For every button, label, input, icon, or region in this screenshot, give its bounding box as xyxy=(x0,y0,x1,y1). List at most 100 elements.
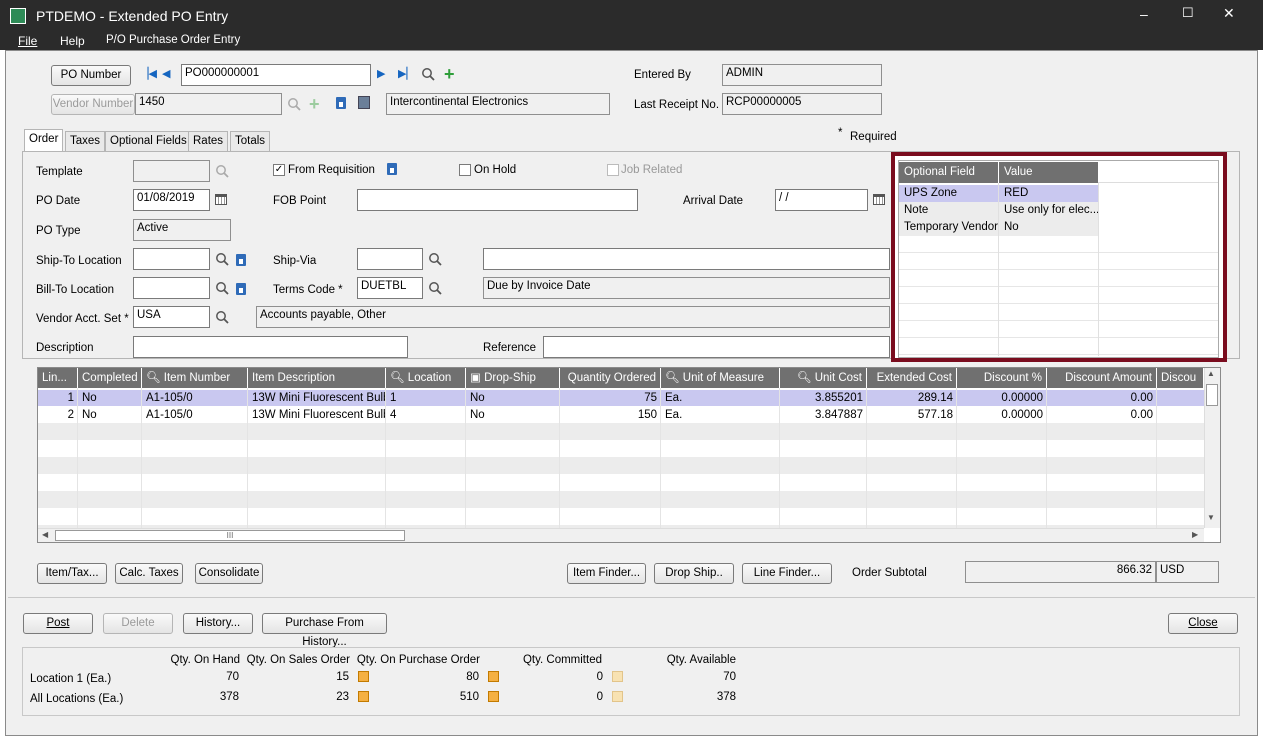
bill-to-input[interactable] xyxy=(133,277,210,299)
arrival-date-input[interactable]: / / xyxy=(775,189,868,211)
line-item-description[interactable]: 13W Mini Fluorescent Bulb xyxy=(248,390,386,406)
po-number-input[interactable]: PO000000001 xyxy=(181,64,371,86)
purchase-order-drill-icon[interactable] xyxy=(488,691,499,702)
consolidate-button[interactable]: Consolidate xyxy=(195,563,263,584)
line-completed[interactable]: No xyxy=(78,407,142,423)
line-location[interactable]: 4 xyxy=(386,407,466,423)
previous-record-icon[interactable]: ◀ xyxy=(162,67,170,80)
close-window-icon[interactable]: ✕ xyxy=(1223,5,1235,22)
line-discount-amount[interactable]: 0.00 xyxy=(1047,390,1157,406)
ship-via-search-icon[interactable] xyxy=(428,252,442,266)
value-col-header[interactable]: Value xyxy=(999,162,1098,183)
optional-field-value[interactable]: RED xyxy=(999,185,1098,202)
purchase-order-drill-icon[interactable] xyxy=(488,671,499,682)
vendor-number-button[interactable]: Vendor Number xyxy=(51,94,135,115)
line-discount-pct[interactable]: 0.00000 xyxy=(957,390,1047,406)
menu-help[interactable]: Help xyxy=(60,34,85,48)
from-requisition-checkbox[interactable]: ✓ xyxy=(273,164,285,176)
col-header-quantity-ordered[interactable]: Quantity Ordered xyxy=(560,368,661,388)
col-header-item-description[interactable]: Item Description xyxy=(248,368,386,388)
ship-to-input[interactable] xyxy=(133,248,210,270)
vendor-zoom-icon[interactable] xyxy=(358,96,370,109)
add-new-icon[interactable]: + xyxy=(444,65,455,83)
post-button[interactable]: Post xyxy=(23,613,93,634)
scroll-thumb[interactable] xyxy=(1206,384,1218,406)
sales-order-drill-icon[interactable] xyxy=(358,671,369,682)
minimize-icon[interactable]: – xyxy=(1140,6,1148,22)
line-extended-cost[interactable]: 289.14 xyxy=(867,390,957,406)
ship-via-input[interactable] xyxy=(357,248,423,270)
item-finder-button[interactable]: Item Finder... xyxy=(567,563,646,584)
on-hold-checkbox[interactable] xyxy=(459,164,471,176)
po-date-input[interactable]: 01/08/2019 xyxy=(133,189,210,211)
col-header-discount-truncated[interactable]: Discou xyxy=(1157,368,1204,388)
acct-set-search-icon[interactable] xyxy=(215,310,229,324)
calc-taxes-button[interactable]: Calc. Taxes xyxy=(115,563,183,584)
sales-order-drill-icon[interactable] xyxy=(358,691,369,702)
col-header-drop-ship[interactable]: ▣ Drop-Ship xyxy=(466,368,560,388)
line-completed[interactable]: No xyxy=(78,390,142,406)
scroll-left-icon[interactable]: ◀ xyxy=(42,530,48,539)
line-discount-pct[interactable]: 0.00000 xyxy=(957,407,1047,423)
scroll-down-icon[interactable]: ▼ xyxy=(1207,513,1215,522)
col-header-unit-of-measure[interactable]: 🔍︎ Unit of Measure xyxy=(661,368,780,388)
ship-to-info-icon[interactable] xyxy=(236,254,246,266)
po-number-button[interactable]: PO Number xyxy=(51,65,131,86)
description-input[interactable] xyxy=(133,336,408,358)
col-header-discount-amount[interactable]: Discount Amount xyxy=(1047,368,1157,388)
reference-input[interactable] xyxy=(543,336,890,358)
ship-to-search-icon[interactable] xyxy=(215,252,229,266)
line-finder-button[interactable]: Line Finder... xyxy=(742,563,832,584)
optional-field-value[interactable]: Use only for elec... xyxy=(999,202,1098,219)
vendor-acct-set-input[interactable]: USA xyxy=(133,306,210,328)
line-unit-cost[interactable]: 3.847887 xyxy=(780,407,867,423)
template-search-icon[interactable] xyxy=(215,164,229,178)
search-icon[interactable] xyxy=(421,67,435,81)
line-drop-ship[interactable]: No xyxy=(466,407,560,423)
scroll-up-icon[interactable]: ▲ xyxy=(1207,369,1215,378)
tab-totals[interactable]: Totals xyxy=(230,131,271,151)
menu-file[interactable]: File xyxy=(18,34,37,48)
line-quantity-ordered[interactable]: 75 xyxy=(560,390,661,406)
optional-field-value[interactable]: No xyxy=(999,219,1098,236)
purchase-from-history-button[interactable]: Purchase From History... xyxy=(262,613,387,648)
line-quantity-ordered[interactable]: 150 xyxy=(560,407,661,423)
fob-point-input[interactable] xyxy=(357,189,638,211)
requisition-info-icon[interactable] xyxy=(387,163,397,175)
scroll-right-icon[interactable]: ▶ xyxy=(1192,530,1198,539)
tab-order[interactable]: Order xyxy=(24,129,64,151)
optional-field-col-header[interactable]: Optional Field xyxy=(899,162,999,183)
col-header-unit-cost[interactable]: 🔍︎ Unit Cost xyxy=(780,368,867,388)
col-header-completed[interactable]: Completed xyxy=(78,368,142,388)
next-record-icon[interactable]: ▶ xyxy=(377,67,385,80)
line-unit-of-measure[interactable]: Ea. xyxy=(661,407,780,423)
vendor-search-icon[interactable] xyxy=(287,97,301,111)
line-location[interactable]: 1 xyxy=(386,390,466,406)
line-drop-ship[interactable]: No xyxy=(466,390,560,406)
col-header-extended-cost[interactable]: Extended Cost xyxy=(867,368,957,388)
col-header-discount-pct[interactable]: Discount % xyxy=(957,368,1047,388)
terms-code-input[interactable]: DUETBL xyxy=(357,277,423,299)
h-scroll-thumb[interactable]: III xyxy=(55,530,405,541)
history-button[interactable]: History... xyxy=(183,613,253,634)
maximize-icon[interactable]: ☐ xyxy=(1182,5,1194,21)
col-header-location[interactable]: 🔍︎ Location xyxy=(386,368,466,388)
drop-ship-button[interactable]: Drop Ship.. xyxy=(654,563,734,584)
line-unit-of-measure[interactable]: Ea. xyxy=(661,390,780,406)
terms-search-icon[interactable] xyxy=(428,281,442,295)
bill-to-search-icon[interactable] xyxy=(215,281,229,295)
close-button[interactable]: Close xyxy=(1168,613,1238,634)
first-record-icon[interactable]: ▕◀ xyxy=(140,67,157,80)
line-unit-cost[interactable]: 3.855201 xyxy=(780,390,867,406)
tab-optional-fields[interactable]: Optional Fields xyxy=(105,131,192,151)
add-vendor-icon[interactable]: + xyxy=(309,95,320,113)
tab-taxes[interactable]: Taxes xyxy=(65,131,106,151)
line-extended-cost[interactable]: 577.18 xyxy=(867,407,957,423)
line-item-number[interactable]: A1-105/0 xyxy=(142,407,248,423)
line-item-number[interactable]: A1-105/0 xyxy=(142,390,248,406)
last-record-icon[interactable]: ▶▏ xyxy=(398,67,415,80)
line-item-description[interactable]: 13W Mini Fluorescent Bulb xyxy=(248,407,386,423)
calendar-icon[interactable] xyxy=(215,194,227,205)
col-header-item-number[interactable]: 🔍︎ Item Number xyxy=(142,368,248,388)
delete-button[interactable]: Delete xyxy=(103,613,173,634)
